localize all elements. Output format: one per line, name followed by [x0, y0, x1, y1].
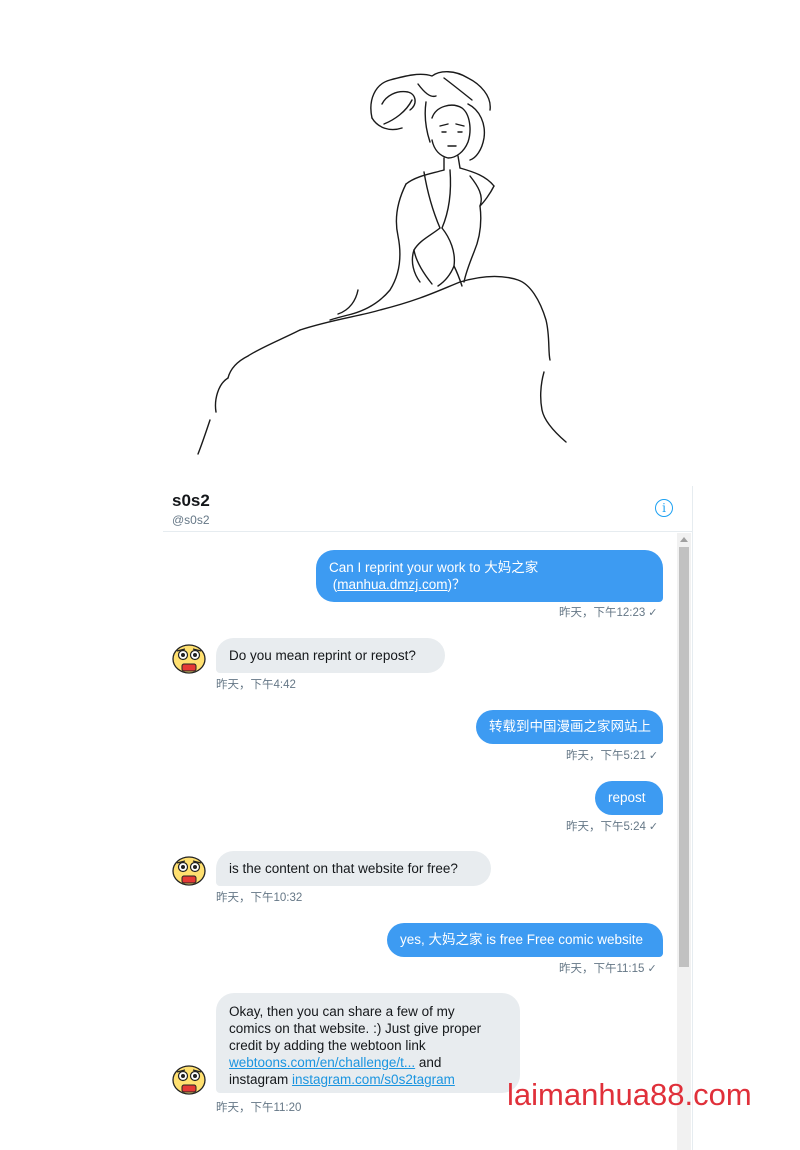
contact-handle: @s0s2 — [172, 513, 210, 527]
outgoing-message[interactable]: yes, 大妈之家 is free Free comic website — [387, 923, 663, 957]
message-timestamp: 昨天，下午4:42 — [216, 679, 296, 691]
message-text: Okay, then you can share a few of my — [229, 1004, 455, 1019]
watermark: laimanhua88.com — [507, 1077, 752, 1112]
message-text-line2: (manhua.dmzj.com)？ — [329, 577, 466, 592]
avatar — [172, 644, 206, 674]
message-text: Can I reprint your work to 大妈之家 — [329, 560, 539, 575]
message-timestamp: 昨天，下午11:15 ✓ — [559, 963, 657, 975]
sent-check-icon: ✓ — [648, 821, 659, 833]
message-timestamp: 昨天，下午5:21 ✓ — [566, 750, 659, 762]
conversation-header: s0s2 @s0s2 i — [163, 486, 692, 532]
outgoing-message[interactable]: 转载到中国漫画之家网站上 — [476, 710, 663, 744]
incoming-message[interactable]: is the content on that website for free? — [216, 851, 491, 886]
message-timestamp: 昨天，下午5:24 ✓ — [566, 821, 659, 833]
scrollbar[interactable] — [677, 533, 691, 1150]
sent-check-icon: ✓ — [647, 963, 657, 975]
instagram-link[interactable]: instagram.com/s0s2tagram — [292, 1072, 455, 1087]
avatar — [172, 1065, 206, 1095]
scroll-up-arrow-icon[interactable] — [680, 537, 688, 542]
message-link[interactable]: manhua.dmzj.com — [337, 577, 447, 592]
message-text: credit by adding the webtoon link — [229, 1038, 426, 1053]
sketch-illustration — [197, 71, 567, 455]
message-text: webtoons.com/en/challenge/t... and — [229, 1055, 442, 1070]
webtoon-link[interactable]: webtoons.com/en/challenge/t... — [229, 1055, 415, 1070]
message-timestamp: 昨天，下午10:32 — [216, 892, 303, 904]
message-text: instagram instagram.com/s0s2tagram — [229, 1072, 455, 1087]
dm-conversation-panel: s0s2 @s0s2 i Can I reprint your work to … — [163, 486, 693, 1150]
info-icon[interactable]: i — [655, 499, 673, 517]
avatar — [172, 856, 206, 886]
incoming-message[interactable]: Do you mean reprint or repost? — [216, 638, 445, 673]
sent-check-icon: ✓ — [648, 750, 659, 762]
scroll-thumb[interactable] — [679, 547, 689, 967]
contact-name: s0s2 — [172, 491, 210, 510]
incoming-message[interactable]: Okay, then you can share a few of my com… — [216, 993, 520, 1093]
outgoing-message[interactable]: repost — [595, 781, 663, 815]
message-timestamp: 昨天，下午12:23 ✓ — [559, 607, 658, 619]
outgoing-message[interactable]: Can I reprint your work to 大妈之家 (manhua.… — [316, 550, 663, 602]
message-text: comics on that website. :) Just give pro… — [229, 1021, 482, 1036]
sent-check-icon: ✓ — [648, 607, 658, 619]
message-timestamp: 昨天，下午11:20 — [216, 1102, 302, 1114]
